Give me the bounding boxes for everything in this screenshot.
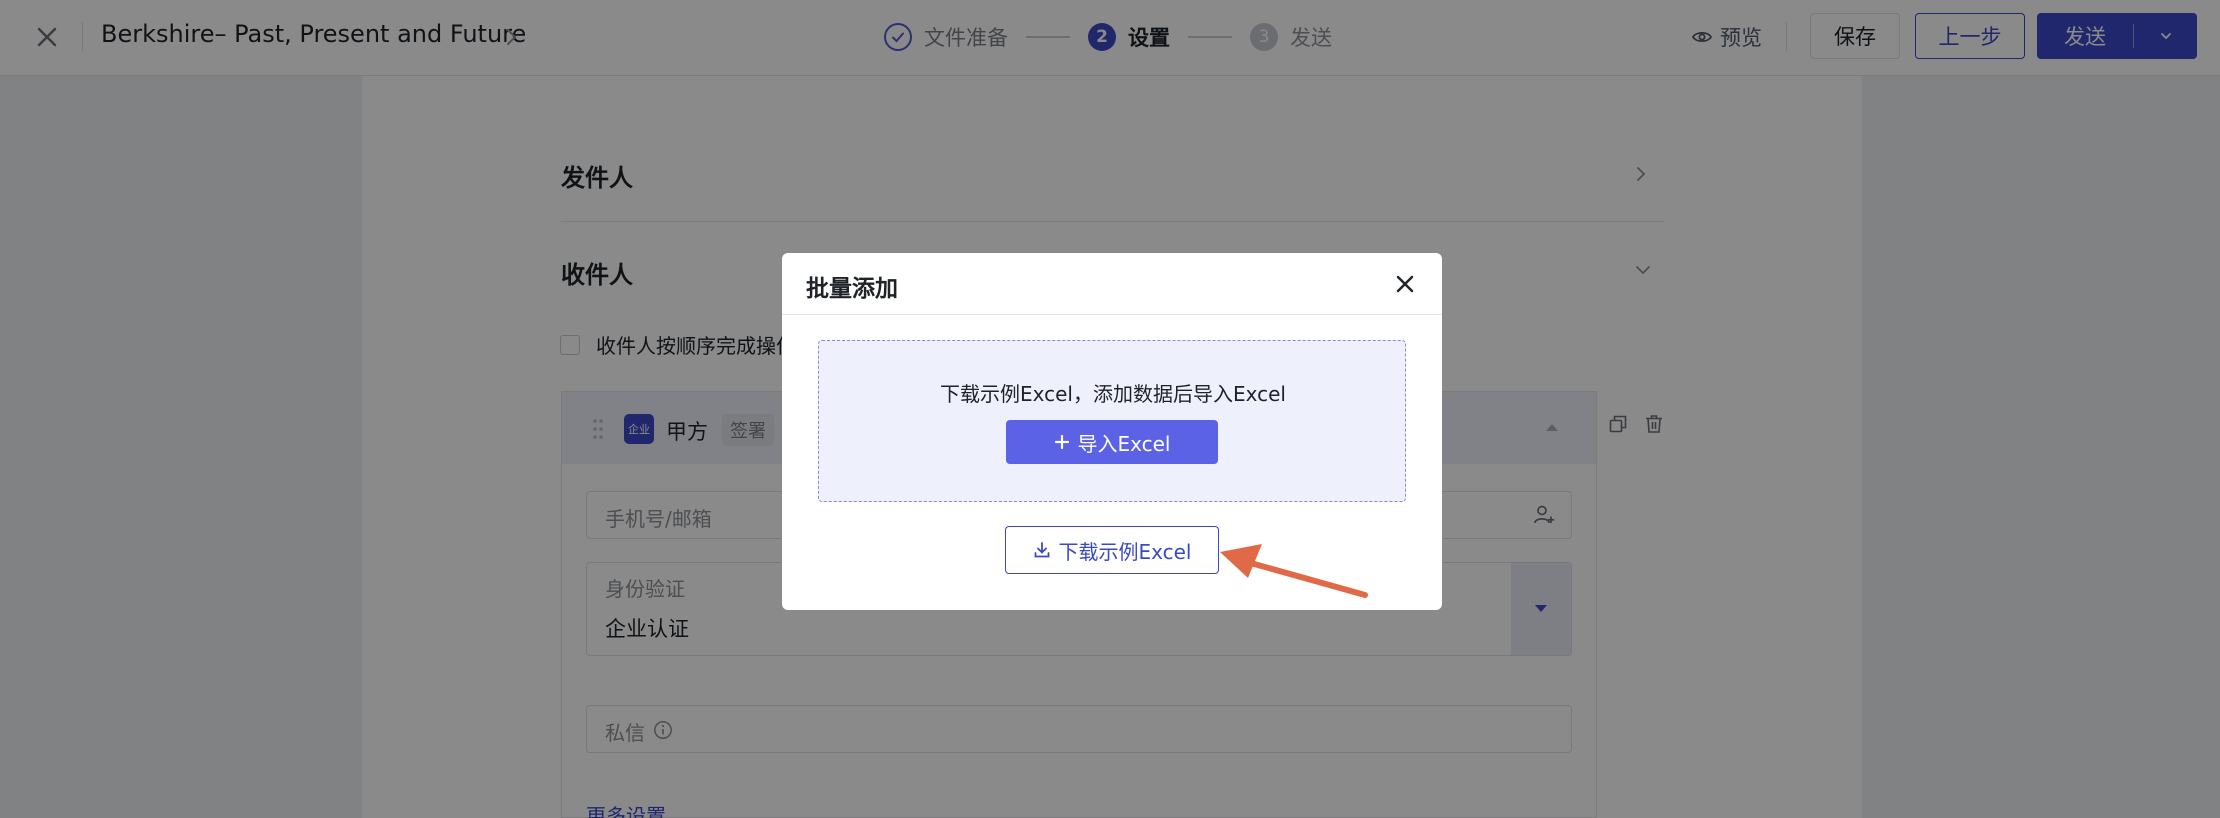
excel-drop-zone[interactable]: 下载示例Excel，添加数据后导入Excel 导入Excel xyxy=(818,340,1406,502)
modal-title: 批量添加 xyxy=(806,276,898,302)
import-excel-button[interactable]: 导入Excel xyxy=(1006,420,1218,464)
close-icon[interactable] xyxy=(1392,271,1418,297)
import-excel-label: 导入Excel xyxy=(1077,431,1171,456)
annotation-arrow xyxy=(1220,544,1368,598)
plus-icon xyxy=(1054,434,1069,450)
download-sample-excel-button[interactable]: 下载示例Excel xyxy=(1005,526,1219,574)
drop-zone-hint: 下载示例Excel，添加数据后导入Excel xyxy=(940,382,1286,406)
download-sample-excel-label: 下载示例Excel xyxy=(1058,539,1192,564)
download-icon xyxy=(1034,542,1049,558)
modal-header: 批量添加 xyxy=(782,253,1442,315)
